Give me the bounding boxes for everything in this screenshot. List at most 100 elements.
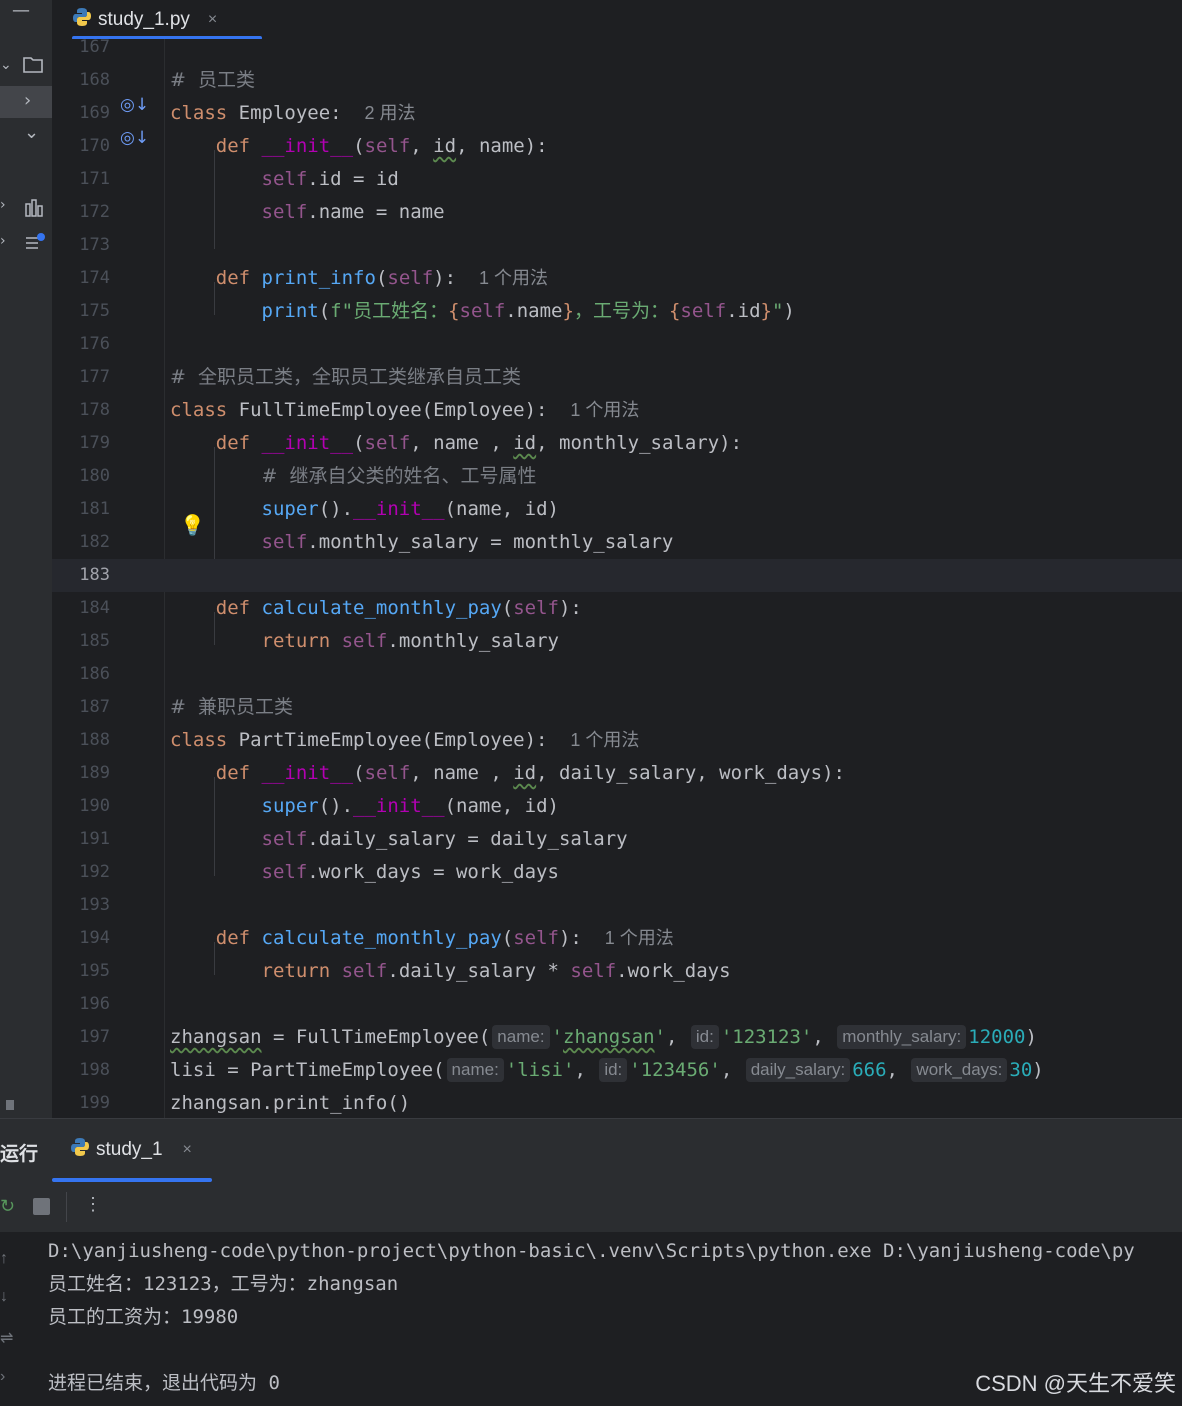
more-options-icon[interactable]: ⋮ bbox=[84, 1194, 102, 1215]
override-gutter-icon[interactable]: ◎↓ bbox=[120, 128, 149, 148]
editor-row[interactable]: 176 bbox=[52, 328, 1182, 361]
code-line-189: def __init__(self, name , id, daily_sala… bbox=[215, 762, 845, 784]
toolbar-divider bbox=[66, 1192, 67, 1222]
editor-row[interactable]: 167 bbox=[52, 39, 1182, 64]
code-line-191: self.daily_salary = daily_salary bbox=[261, 828, 628, 850]
usages-hint[interactable]: 1 个用法 bbox=[605, 928, 674, 948]
line-number: 195 bbox=[79, 961, 110, 981]
csdn-watermark: CSDN @天生不爱笑 bbox=[975, 1371, 1176, 1396]
line-number: 171 bbox=[79, 169, 110, 189]
structure-icon[interactable] bbox=[24, 198, 44, 222]
code-line-170: def __init__(self, id, name): bbox=[215, 135, 548, 157]
line-number: 179 bbox=[79, 433, 110, 453]
hamburger-menu-icon[interactable]: — bbox=[12, 2, 30, 20]
chevron-right-icon[interactable]: › bbox=[24, 92, 31, 110]
code-line-188: class PartTimeEmployee(Employee): 1 个用法 bbox=[170, 729, 640, 751]
line-number: 167 bbox=[79, 39, 110, 57]
line-number: 189 bbox=[79, 763, 110, 783]
scroll-down-icon[interactable]: ↓ bbox=[0, 1288, 8, 1306]
line-number: 176 bbox=[79, 334, 110, 354]
line-number: 183 bbox=[79, 565, 110, 585]
run-toolbar: ↻ ⋮ bbox=[0, 1182, 1182, 1232]
line-number: 185 bbox=[79, 631, 110, 651]
code-line-187: # 兼职员工类 bbox=[170, 696, 293, 718]
usages-hint[interactable]: 1 个用法 bbox=[479, 268, 548, 288]
todo-list-icon[interactable] bbox=[24, 232, 46, 258]
run-console-output[interactable]: ↑ ↓ ⇌ › D:\yanjiusheng-code\python-proje… bbox=[0, 1232, 1182, 1406]
stop-icon[interactable] bbox=[33, 1198, 50, 1215]
editor-row[interactable]: 193 bbox=[52, 889, 1182, 922]
param-hint: daily_salary: bbox=[745, 1058, 851, 1082]
code-line-175: print(f"员工姓名：{self.name}，工号为：{self.id}") bbox=[261, 300, 795, 322]
usages-hint[interactable]: 1 个用法 bbox=[570, 730, 639, 750]
soft-wrap-icon[interactable]: ⇌ bbox=[0, 1328, 13, 1348]
line-number: 169 bbox=[79, 103, 110, 123]
code-line-192: self.work_days = work_days bbox=[261, 861, 559, 883]
python-file-icon bbox=[72, 7, 92, 33]
code-line-185: return self.monthly_salary bbox=[261, 630, 559, 652]
rerun-icon[interactable]: ↻ bbox=[0, 1196, 15, 1217]
run-tab-study-1[interactable]: study_1 × bbox=[70, 1137, 192, 1163]
code-line-168: # 员工类 bbox=[170, 69, 255, 91]
line-number: 197 bbox=[79, 1027, 110, 1047]
line-number: 177 bbox=[79, 367, 110, 387]
param-hint: monthly_salary: bbox=[837, 1025, 967, 1049]
line-number: 188 bbox=[79, 730, 110, 750]
code-line-182: self.monthly_salary = monthly_salary bbox=[261, 531, 674, 553]
close-icon[interactable]: × bbox=[183, 1141, 192, 1159]
line-number: 180 bbox=[79, 466, 110, 486]
param-hint: name: bbox=[446, 1058, 504, 1082]
console-line: D:\yanjiusheng-code\python-project\pytho… bbox=[48, 1240, 1135, 1262]
line-number: 175 bbox=[79, 301, 110, 321]
editor-tab-bar: study_1.py × bbox=[52, 0, 1182, 40]
code-line-169: class Employee: 2 用法 bbox=[170, 102, 416, 124]
tab-study-1-py[interactable]: study_1.py × bbox=[72, 0, 262, 40]
current-line-row[interactable]: 183 bbox=[52, 559, 1182, 592]
line-number: 181 bbox=[79, 499, 110, 519]
line-number: 174 bbox=[79, 268, 110, 288]
line-number: 196 bbox=[79, 994, 110, 1014]
scroll-marker bbox=[6, 1100, 14, 1110]
python-file-icon bbox=[70, 1137, 90, 1163]
chevron-right-icon[interactable]: › bbox=[0, 198, 6, 212]
code-line-198: lisi = PartTimeEmployee(name:'lisi', id:… bbox=[170, 1058, 1044, 1082]
line-number: 170 bbox=[79, 136, 110, 156]
close-icon[interactable]: × bbox=[208, 11, 217, 29]
code-line-174: def print_info(self): 1 个用法 bbox=[215, 267, 548, 289]
editor-row[interactable]: 186 bbox=[52, 658, 1182, 691]
chevron-down-icon[interactable]: ⌄ bbox=[24, 124, 39, 142]
run-tab-label: study_1 bbox=[96, 1139, 163, 1160]
console-line: 员工的工资为：19980 bbox=[48, 1306, 239, 1328]
line-number: 178 bbox=[79, 400, 110, 420]
code-line-180: # 继承自父类的姓名、工号属性 bbox=[261, 465, 537, 487]
scroll-up-icon[interactable]: ↑ bbox=[0, 1250, 8, 1268]
param-hint: name: bbox=[492, 1025, 550, 1049]
console-line: 员工姓名：123123，工号为：zhangsan bbox=[48, 1273, 399, 1295]
code-editor[interactable]: 167 168 169 170 171 172 173 174 175 176 177 178 179 1… bbox=[52, 39, 1182, 1118]
chevron-right-icon[interactable]: › bbox=[0, 234, 6, 248]
project-folder-icon[interactable] bbox=[22, 54, 44, 78]
console-line: 进程已结束，退出代码为 0 bbox=[48, 1372, 280, 1394]
usages-hint[interactable]: 2 用法 bbox=[364, 103, 415, 123]
scroll-end-icon[interactable]: › bbox=[0, 1368, 5, 1386]
usages-hint[interactable]: 1 个用法 bbox=[570, 400, 639, 420]
line-number: 182 bbox=[79, 532, 110, 552]
tab-label: study_1.py bbox=[98, 8, 190, 30]
code-line-181: super().__init__(name, id) bbox=[261, 498, 559, 520]
param-hint: id: bbox=[599, 1058, 628, 1082]
chevron-down-icon[interactable]: ⌄ bbox=[0, 58, 12, 72]
line-number: 190 bbox=[79, 796, 110, 816]
code-line-178: class FullTimeEmployee(Employee): 1 个用法 bbox=[170, 399, 640, 421]
editor-row[interactable]: 173 bbox=[52, 229, 1182, 262]
line-number: 173 bbox=[79, 235, 110, 255]
line-number: 192 bbox=[79, 862, 110, 882]
override-gutter-icon[interactable]: ◎↓ bbox=[120, 95, 149, 115]
param-hint: id: bbox=[690, 1025, 719, 1049]
line-number: 198 bbox=[79, 1060, 110, 1080]
editor-row[interactable]: 196 bbox=[52, 988, 1182, 1021]
line-number: 191 bbox=[79, 829, 110, 849]
line-number: 193 bbox=[79, 895, 110, 915]
line-number: 168 bbox=[79, 70, 110, 90]
code-line-199: zhangsan.print_info() bbox=[170, 1092, 411, 1114]
code-line-177: # 全职员工类，全职员工类继承自员工类 bbox=[170, 366, 522, 388]
